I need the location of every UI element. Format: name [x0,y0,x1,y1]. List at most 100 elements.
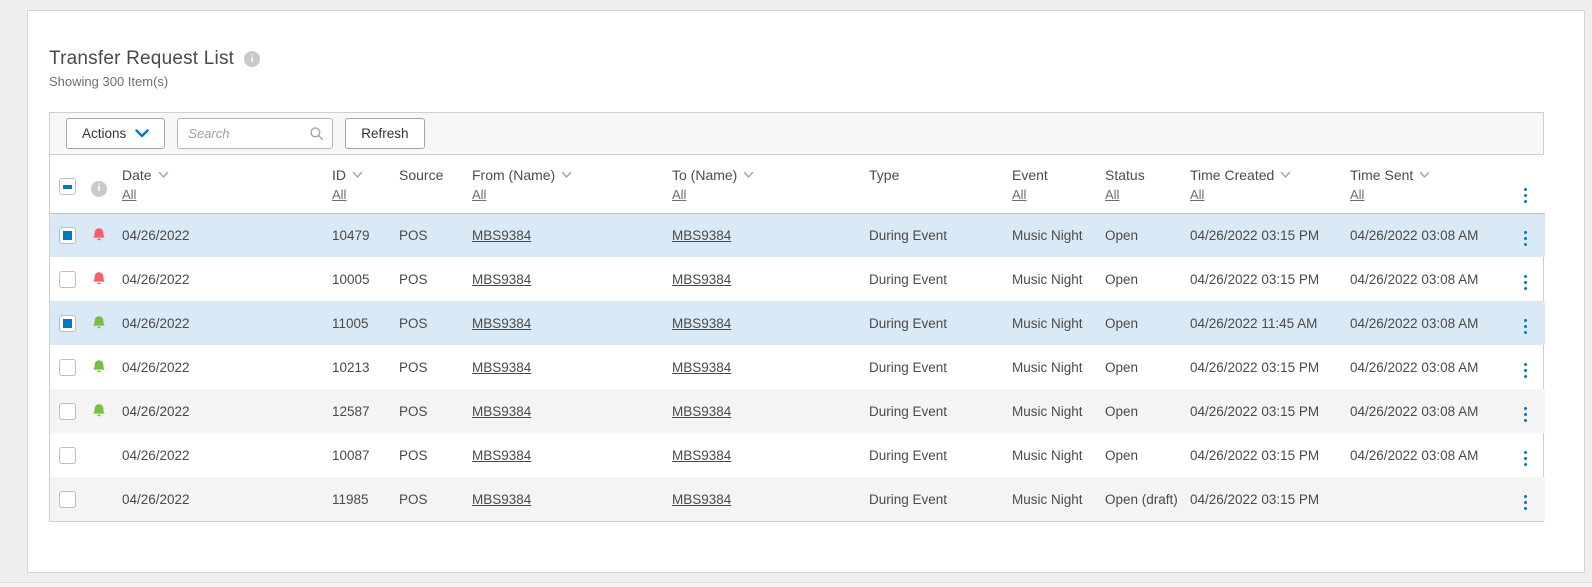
row-menu-kebab-icon[interactable] [1522,449,1530,469]
column-header-label[interactable]: Time Created [1190,167,1274,183]
table-row[interactable]: 04/26/2022 10087 POS MBS9384 MBS9384 Dur… [50,433,1545,477]
column-filter-all[interactable]: All [1350,187,1364,202]
cell-event: Music Night [1012,491,1083,507]
column-header: To (Name) All [672,155,869,214]
cell-event: Music Night [1012,447,1083,463]
cell-source: POS [399,315,428,331]
from-name-link[interactable]: MBS9384 [472,228,531,243]
column-header-label[interactable]: Date [122,167,152,183]
column-header-label[interactable]: Status [1105,167,1145,183]
cell-id: 12587 [332,403,370,419]
to-name-link[interactable]: MBS9384 [672,360,731,375]
column-header: Date All [122,155,332,214]
row-checkbox[interactable] [59,490,76,508]
from-name-link[interactable]: MBS9384 [472,360,531,375]
to-name-link[interactable]: MBS9384 [672,228,731,243]
from-name-link[interactable]: MBS9384 [472,316,531,331]
cell-status: Open [1105,403,1139,419]
table-row[interactable]: 04/26/2022 10005 POS MBS9384 MBS9384 Dur… [50,257,1545,301]
row-menu-kebab-icon[interactable] [1522,405,1530,425]
cell-id: 11985 [332,491,369,507]
chevron-down-icon[interactable] [743,171,754,179]
row-checkbox[interactable] [59,226,76,244]
search-box [177,118,334,149]
column-filter-all[interactable]: All [672,187,686,202]
row-checkbox[interactable] [59,358,76,376]
cell-type: During Event [869,315,948,331]
column-header-label[interactable]: Event [1012,167,1048,183]
table-row[interactable]: 04/26/2022 10479 POS MBS9384 MBS9384 Dur… [50,213,1545,257]
header-menu-kebab-icon[interactable] [1522,186,1530,206]
row-checkbox[interactable] [59,446,76,464]
page-title: Transfer Request List [49,48,235,69]
column-header-label[interactable]: To (Name) [672,167,737,183]
info-icon[interactable]: i [244,51,261,67]
cell-status: Open [1105,227,1139,243]
cell-type: During Event [869,403,948,419]
row-menu-kebab-icon[interactable] [1522,361,1530,381]
to-name-link[interactable]: MBS9384 [672,448,731,463]
from-name-link[interactable]: MBS9384 [472,404,531,419]
chevron-down-icon[interactable] [352,171,363,179]
cell-id: 10005 [332,271,370,287]
cell-time-created: 04/26/2022 03:15 PM [1190,447,1320,463]
to-name-link[interactable]: MBS9384 [672,316,731,331]
to-name-link[interactable]: MBS9384 [672,272,731,287]
row-menu-kebab-icon[interactable] [1522,229,1530,249]
to-name-link[interactable]: MBS9384 [672,492,731,507]
cell-date: 04/26/2022 [122,491,190,507]
column-header-label[interactable]: Time Sent [1350,167,1413,183]
column-header: Time Sent All [1350,155,1506,214]
actions-button[interactable]: Actions [66,118,166,149]
table-row[interactable]: 04/26/2022 11985 POS MBS9384 MBS9384 Dur… [50,477,1545,521]
column-header-label[interactable]: Source [399,167,443,183]
column-filter-all[interactable]: All [332,187,346,202]
cell-time-created: 04/26/2022 03:15 PM [1190,271,1320,287]
row-menu-kebab-icon[interactable] [1522,273,1530,293]
cell-type: During Event [869,447,948,463]
cell-id: 10087 [332,447,370,463]
column-header: ID All [332,155,399,214]
table-row[interactable]: 04/26/2022 11005 POS MBS9384 MBS9384 Dur… [50,301,1545,345]
header-info-icon[interactable]: i [91,180,107,197]
chevron-down-icon[interactable] [561,171,572,179]
cell-date: 04/26/2022 [122,403,190,419]
column-header-label[interactable]: Type [869,167,899,183]
column-filter-all[interactable]: All [1190,187,1204,202]
from-name-link[interactable]: MBS9384 [472,272,531,287]
column-header-label[interactable]: From (Name) [472,167,555,183]
cell-time-sent: 04/26/2022 03:08 AM [1350,227,1479,243]
chevron-down-icon[interactable] [1280,171,1291,179]
row-checkbox[interactable] [59,270,76,288]
lower-panel-edge [0,582,1592,587]
from-name-link[interactable]: MBS9384 [472,448,531,463]
cell-source: POS [399,359,428,375]
from-name-link[interactable]: MBS9384 [472,492,531,507]
row-checkbox[interactable] [59,314,76,332]
column-header-label[interactable]: ID [332,167,346,183]
column-filter-all[interactable]: All [472,187,486,202]
table-header-row: i Date All ID All Source From (Name) All [50,155,1545,214]
toolbar: Actions Refresh [50,113,1543,155]
column-header: From (Name) All [472,155,672,214]
row-menu-kebab-icon[interactable] [1522,317,1530,337]
column-filter-all[interactable]: All [1012,187,1026,202]
cell-source: POS [399,447,428,463]
row-menu-kebab-icon[interactable] [1522,493,1530,513]
select-all-checkbox[interactable] [59,178,76,196]
column-filter-all[interactable]: All [122,187,136,202]
chevron-down-icon[interactable] [1419,171,1430,179]
bell-icon [93,316,105,329]
cell-time-created: 04/26/2022 03:15 PM [1190,359,1320,375]
cell-date: 04/26/2022 [122,227,190,243]
row-checkbox[interactable] [59,402,76,420]
cell-status: Open [1105,271,1139,287]
table-row[interactable]: 04/26/2022 10213 POS MBS9384 MBS9384 Dur… [50,345,1545,389]
column-filter-all[interactable]: All [1105,187,1119,202]
bell-icon [93,272,105,285]
chevron-down-icon[interactable] [158,171,169,179]
to-name-link[interactable]: MBS9384 [672,404,731,419]
cell-type: During Event [869,491,948,507]
table-row[interactable]: 04/26/2022 12587 POS MBS9384 MBS9384 Dur… [50,389,1545,433]
refresh-button[interactable]: Refresh [345,118,425,149]
